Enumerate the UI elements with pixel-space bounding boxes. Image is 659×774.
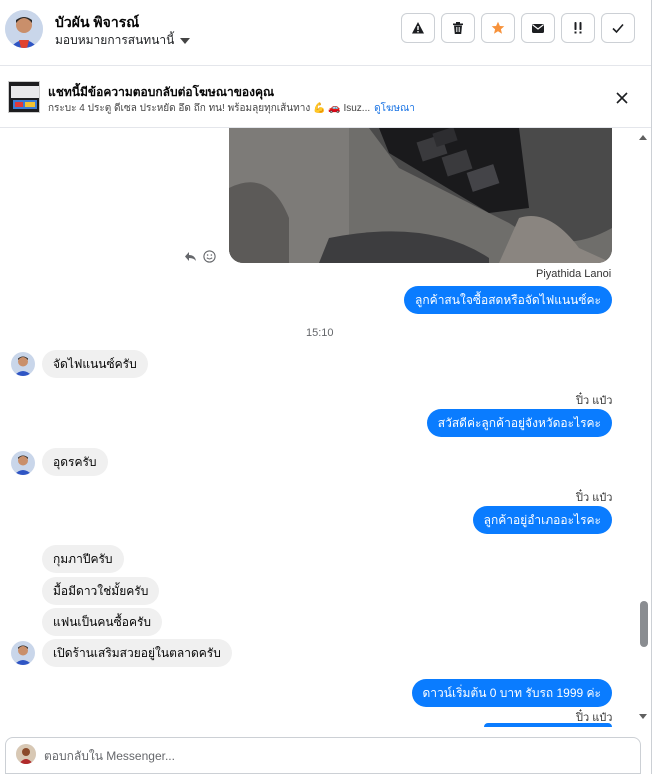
message-outgoing[interactable]: ลูกค้าสนใจซื้อสดหรือจัดไฟแนนซ์คะ [404,286,612,314]
contact-avatar-small [11,641,35,665]
star-icon [491,21,505,34]
panel-divider [651,0,652,774]
message-incoming[interactable]: กุมภาปีครับ [42,545,124,573]
message-incoming[interactable]: จัดไฟแนนซ์ครับ [42,350,148,378]
exclamation-icon [574,22,582,34]
message-outgoing[interactable]: ลูกค้าอยู่อำเภออะไรคะ [472,506,612,534]
contact-avatar-small [11,451,35,475]
emoji-reaction-icon[interactable] [203,250,216,263]
shared-car-door-photo[interactable] [229,128,612,263]
reply-composer [5,737,641,774]
close-icon [616,92,628,104]
report-button[interactable] [401,13,435,43]
reply-icon[interactable] [184,250,197,263]
message-outgoing[interactable]: สวัสดีค่ะลูกค้าอยู่จังหวัดอะไรคะ [426,409,612,437]
scroll-down-arrow[interactable] [639,714,647,719]
message-incoming[interactable]: มื้อมีดาวใช่มั้ยครับ [42,577,160,605]
assign-conversation-dropdown[interactable]: มอบหมายการสนทนานี้ [55,31,191,50]
conversation-header: บัวผัน พิจารณ์ มอบหมายการสนทนานี้ [0,0,651,66]
ad-description: กระบะ 4 ประตู ดีเซล ประหยัด อึด ถึก ทน! … [48,103,371,114]
message-incoming[interactable]: แฟนเป็นคนซื้อครับ [42,608,163,636]
assign-label: มอบหมายการสนทนานี้ [55,33,175,47]
delete-button[interactable] [441,13,475,43]
warning-icon [412,22,424,34]
envelope-icon [532,24,544,33]
message-outgoing-partial[interactable] [484,723,612,727]
ad-thumbnail[interactable] [8,81,40,113]
trash-icon [453,22,463,34]
message-incoming[interactable]: อุดรครับ [42,448,108,476]
banner-title: แชทนี้มีข้อความตอบกลับต่อโฆษณาของคุณ [48,85,275,99]
contact-avatar-small [11,352,35,376]
sender-name: Piyathida Lanoi [536,268,612,280]
message-outgoing[interactable]: ดาวน์เริ่มต้น 0 บาท รับรถ 1999 ค่ะ [411,679,612,707]
mark-done-button[interactable] [601,13,635,43]
message-incoming[interactable]: เปิดร้านเสริมสวยอยู่ในตลาดครับ [42,639,232,667]
contact-avatar[interactable] [5,10,43,48]
star-button[interactable] [481,13,515,43]
close-banner-button[interactable] [612,88,632,108]
scroll-up-arrow[interactable] [639,135,647,140]
message-actions [184,250,216,263]
message-input[interactable] [44,746,624,766]
page-avatar [16,744,36,764]
caret-down-icon [180,37,191,44]
banner-subtitle: กระบะ 4 ประตู ดีเซล ประหยัด อึด ถึก ทน! … [48,101,415,116]
message-timestamp: 15:10 [306,327,334,339]
sender-name: ปิ๋ว แป๋ว [576,492,613,504]
mark-unread-button[interactable] [521,13,555,43]
check-icon [612,23,624,34]
header-actions [401,13,635,43]
sender-name: ปิ๋ว แป๋ว [576,395,613,407]
scrollbar-thumb[interactable] [640,601,648,647]
follow-up-button[interactable] [561,13,595,43]
view-ad-link[interactable]: ดูโฆษณา [374,103,415,114]
